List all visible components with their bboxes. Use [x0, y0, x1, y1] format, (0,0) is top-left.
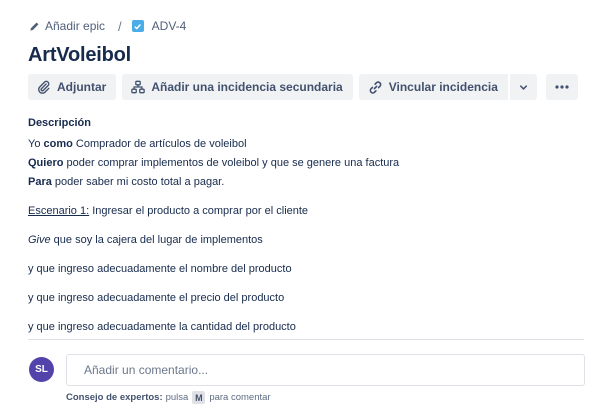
issue-title[interactable]: ArtVoleibol	[28, 44, 131, 67]
description-line[interactable]: Quiero poder comprar implementos de vole…	[28, 156, 399, 170]
pencil-icon	[29, 21, 40, 32]
shortcut-key: M	[192, 391, 206, 404]
description-line[interactable]: Escenario 1: Ingresar el producto a comp…	[28, 204, 308, 218]
description-line[interactable]: y que ingreso adecuadamente la cantidad …	[28, 320, 296, 334]
pro-tip: Consejo de expertos: pulsa M para coment…	[66, 391, 271, 404]
description-line[interactable]: Para poder saber mi costo total a pagar.	[28, 175, 224, 189]
issue-toolbar: Adjuntar Añadir una incidencia secundari…	[28, 74, 584, 100]
paperclip-icon	[37, 80, 57, 94]
breadcrumb-separator: /	[118, 18, 122, 34]
story-type-icon	[131, 20, 144, 32]
pro-tip-label: Consejo de expertos:	[66, 392, 163, 403]
chevron-down-icon	[518, 82, 529, 93]
issue-key: ADV-4	[151, 19, 187, 33]
more-actions-button[interactable]	[545, 74, 578, 100]
story-role-prefix: Yo	[28, 138, 41, 150]
add-child-issue-label: Añadir una incidencia secundaria	[151, 80, 343, 94]
story-want-keyword: Quiero	[28, 157, 64, 169]
link-issue-label: Vincular incidencia	[388, 80, 498, 94]
description-line[interactable]: Give que soy la cajera del lugar de impl…	[28, 233, 263, 247]
description-line[interactable]: Yo como Comprador de artículos de voleib…	[28, 137, 247, 151]
link-issue-group: Vincular incidencia	[358, 74, 537, 100]
link-issue-dropdown[interactable]	[509, 74, 537, 100]
add-epic-link[interactable]: Añadir epic	[29, 19, 105, 33]
issue-key-link[interactable]: ADV-4	[131, 19, 187, 33]
story-want-text: poder comprar implementos de voleibol y …	[63, 157, 400, 169]
story-role-text: Comprador de artículos de voleibol	[72, 138, 247, 150]
story-role-keyword: como	[43, 138, 73, 150]
link-issue-button[interactable]: Vincular incidencia	[358, 74, 508, 100]
add-epic-label: Añadir epic	[45, 19, 106, 33]
link-icon	[368, 80, 389, 95]
description-line[interactable]: y que ingreso adecuadamente el nombre de…	[28, 262, 292, 276]
given-keyword: Give	[28, 234, 51, 246]
story-goal-text: poder saber mi costo total a pagar.	[51, 176, 225, 188]
description-heading: Descripción	[28, 117, 91, 129]
story-goal-keyword: Para	[28, 176, 52, 188]
hierarchy-icon	[131, 80, 151, 94]
attach-button[interactable]: Adjuntar	[28, 74, 117, 100]
description-line[interactable]: y que ingreso adecuadamente el precio de…	[28, 291, 284, 305]
given-text: que soy la cajera del lugar de implement…	[50, 234, 263, 246]
attach-label: Adjuntar	[57, 80, 107, 94]
avatar[interactable]: SL	[29, 357, 54, 382]
scenario-text: Ingresar el producto a comprar por el cl…	[89, 205, 309, 217]
scenario-label: Escenario 1:	[28, 205, 90, 217]
comment-input[interactable]: Añadir un comentario...	[66, 354, 585, 386]
pro-tip-press: pulsa	[165, 392, 189, 403]
more-icon	[554, 80, 570, 94]
add-child-issue-button[interactable]: Añadir una incidencia secundaria	[122, 74, 353, 100]
pro-tip-end: para comentar	[209, 392, 271, 403]
breadcrumb: Añadir epic / ADV-4	[29, 17, 186, 35]
divider	[28, 339, 584, 340]
